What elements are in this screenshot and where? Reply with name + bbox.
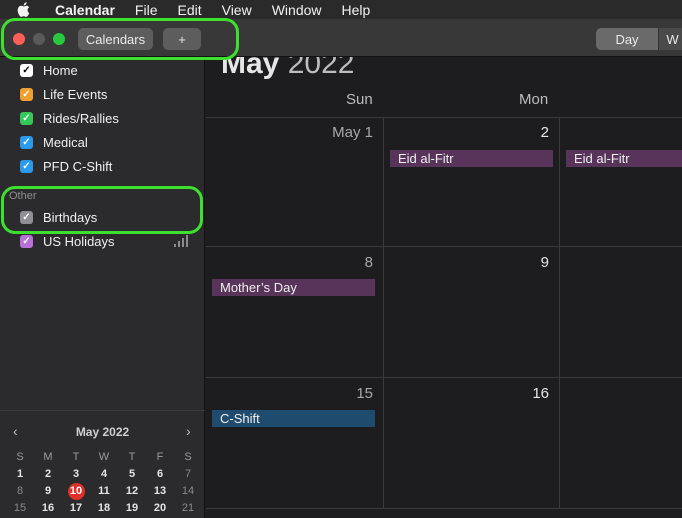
- weekday-label: T: [128, 451, 136, 463]
- calendar-item-us-holidays[interactable]: ✓ US Holidays: [20, 231, 115, 251]
- calendar-item-pfd-c-shift[interactable]: ✓ PFD C-Shift: [20, 156, 112, 176]
- event-eid-al-fitr[interactable]: Eid al-Fitr: [390, 150, 553, 167]
- mini-day[interactable]: 3: [62, 466, 90, 483]
- calendar-sidebar: ✓ Home ✓ Life Events ✓ Rides/Rallies ✓ M…: [0, 57, 205, 518]
- mini-calendar: ‹ May 2022 › S M T W T F S 1 2 3 4 5 6 7: [0, 410, 205, 518]
- today-marker: 10: [67, 483, 85, 500]
- month-name: May: [221, 57, 280, 80]
- mini-day[interactable]: 1: [6, 466, 34, 483]
- day-number: May 1: [332, 124, 373, 141]
- calendar-item-label: Home: [43, 62, 78, 78]
- event-eid-al-fitr[interactable]: Eid al-Fitr: [566, 150, 682, 167]
- mini-day[interactable]: 18: [90, 500, 118, 517]
- mini-day[interactable]: 16: [34, 500, 62, 517]
- menu-help[interactable]: Help: [342, 2, 371, 18]
- weekday-label: M: [43, 451, 53, 463]
- mini-day[interactable]: 7: [174, 466, 202, 483]
- day-number: 16: [532, 385, 549, 402]
- month-year: 2022: [287, 57, 355, 80]
- checkbox-checked-icon[interactable]: ✓: [20, 111, 33, 125]
- calendar-item-label: US Holidays: [43, 233, 115, 249]
- checkbox-checked-icon[interactable]: ✓: [20, 159, 33, 173]
- calendar-item-rides-rallies[interactable]: ✓ Rides/Rallies: [20, 108, 119, 128]
- view-day-button[interactable]: Day: [596, 28, 658, 50]
- mini-day[interactable]: 4: [90, 466, 118, 483]
- day-cell[interactable]: 15 C-Shift: [206, 378, 383, 509]
- checkbox-checked-icon[interactable]: ✓: [20, 87, 33, 101]
- annotation-highlight-birthdays: [1, 186, 203, 234]
- weekday-label: W: [98, 451, 110, 463]
- weekday-header-mon: Mon: [519, 91, 549, 108]
- mini-day[interactable]: 6: [146, 466, 174, 483]
- day-cell[interactable]: [559, 247, 682, 378]
- mini-day[interactable]: 8: [6, 483, 34, 500]
- mini-day-today[interactable]: 10: [62, 483, 90, 500]
- mini-day[interactable]: 19: [118, 500, 146, 517]
- chevron-right-icon[interactable]: ›: [186, 423, 191, 439]
- day-cell[interactable]: 2 Eid al-Fitr: [383, 117, 559, 247]
- day-number: 15: [356, 385, 373, 402]
- day-cell[interactable]: 16: [383, 378, 559, 509]
- subscription-icon: [174, 234, 190, 253]
- mini-day[interactable]: 9: [34, 483, 62, 500]
- menu-file[interactable]: File: [135, 2, 158, 18]
- calendar-item-label: Medical: [43, 134, 88, 150]
- checkbox-checked-icon[interactable]: ✓: [20, 63, 33, 77]
- mini-day[interactable]: 2: [34, 466, 62, 483]
- day-number: 2: [540, 124, 549, 141]
- mini-day[interactable]: 21: [174, 500, 202, 517]
- mini-calendar-title: May 2022: [75, 425, 130, 439]
- mini-day[interactable]: 11: [90, 483, 118, 500]
- mini-day[interactable]: 12: [118, 483, 146, 500]
- calendar-item-life-events[interactable]: ✓ Life Events: [20, 84, 107, 104]
- view-week-button[interactable]: W: [658, 28, 682, 50]
- day-number: 8: [364, 254, 373, 271]
- mini-day[interactable]: 20: [146, 500, 174, 517]
- menu-window[interactable]: Window: [272, 2, 322, 18]
- calendar-item-home[interactable]: ✓ Home: [20, 60, 78, 80]
- checkbox-checked-icon[interactable]: ✓: [20, 234, 33, 248]
- weekday-label: T: [72, 451, 80, 463]
- mini-calendar-week: 15 16 17 18 19 20 21: [6, 500, 202, 517]
- month-view: May 2022 Sun Mon May 1 2 Eid al-Fitr Eid…: [206, 57, 682, 518]
- mini-calendar-grid: S M T W T F S 1 2 3 4 5 6 7 8 9 10 11 12…: [6, 449, 202, 517]
- apple-icon[interactable]: [17, 2, 37, 17]
- annotation-highlight-toolbar: [1, 18, 239, 60]
- calendar-item-medical[interactable]: ✓ Medical: [20, 132, 88, 152]
- weekday-label: S: [184, 451, 192, 463]
- weekday-header-sun: Sun: [346, 91, 373, 108]
- day-cell[interactable]: 8 Mother’s Day: [206, 247, 383, 378]
- checkbox-checked-icon[interactable]: ✓: [20, 135, 33, 149]
- day-cell[interactable]: 9: [383, 247, 559, 378]
- calendar-item-label: PFD C-Shift: [43, 158, 113, 174]
- menu-bar: Calendar File Edit View Window Help: [0, 0, 682, 19]
- event-c-shift[interactable]: C-Shift: [212, 410, 375, 427]
- weekday-label: F: [156, 451, 164, 463]
- mini-calendar-week: 8 9 10 11 12 13 14: [6, 483, 202, 500]
- weekday-label: S: [16, 451, 24, 463]
- day-cell[interactable]: [559, 378, 682, 509]
- calendar-item-label: Rides/Rallies: [43, 110, 119, 126]
- mini-day[interactable]: 14: [174, 483, 202, 500]
- day-cell[interactable]: Eid al-Fitr: [559, 117, 682, 247]
- menu-view[interactable]: View: [222, 2, 252, 18]
- mini-day[interactable]: 5: [118, 466, 146, 483]
- day-cell[interactable]: May 1: [206, 117, 383, 247]
- mini-calendar-weekdays: S M T W T F S: [6, 449, 202, 466]
- event-mothers-day[interactable]: Mother’s Day: [212, 279, 375, 296]
- mini-day[interactable]: 17: [62, 500, 90, 517]
- menu-edit[interactable]: Edit: [177, 2, 201, 18]
- mini-calendar-week: 1 2 3 4 5 6 7: [6, 466, 202, 483]
- calendar-item-label: Life Events: [43, 86, 108, 102]
- mini-day[interactable]: 13: [146, 483, 174, 500]
- day-number: 9: [540, 254, 549, 271]
- mini-day[interactable]: 15: [6, 500, 34, 517]
- menu-app-name[interactable]: Calendar: [55, 2, 115, 18]
- view-segmented-control: Day W: [596, 28, 682, 50]
- month-title: May 2022: [221, 57, 354, 81]
